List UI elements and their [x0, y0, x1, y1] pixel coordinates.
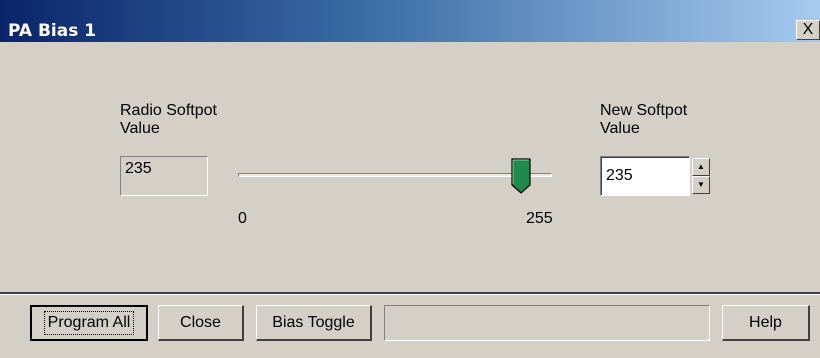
radio-softpot-value-field: 235 [120, 156, 208, 196]
title-bar: PA Bias 1 X [0, 0, 820, 42]
close-window-button[interactable]: X [796, 20, 820, 40]
arrow-up-icon: ▲ [697, 162, 705, 171]
program-all-label: Program All [43, 311, 135, 335]
bias-toggle-button[interactable]: Bias Toggle [256, 305, 372, 341]
spin-down-button[interactable]: ▼ [692, 176, 710, 194]
slider-track[interactable] [238, 173, 552, 177]
new-softpot-label-line2: Value [600, 120, 640, 137]
arrow-down-icon: ▼ [697, 180, 705, 189]
radio-softpot-label-line1: Radio Softpot [120, 102, 217, 119]
program-all-button[interactable]: Program All [30, 305, 148, 341]
separator-highlight [0, 294, 820, 295]
slider-thumb[interactable] [511, 158, 531, 194]
help-button[interactable]: Help [722, 305, 810, 341]
spin-up-button[interactable]: ▲ [692, 158, 710, 176]
radio-softpot-label: Radio Softpot Value [120, 102, 217, 138]
new-softpot-value-input[interactable] [600, 156, 690, 196]
close-button[interactable]: Close [158, 305, 244, 341]
slider-min-label: 0 [238, 210, 247, 227]
slider-max-label: 255 [526, 210, 553, 227]
radio-softpot-label-line2: Value [120, 120, 160, 137]
new-softpot-label: New Softpot Value [600, 102, 687, 138]
window-title: PA Bias 1 [8, 21, 97, 41]
close-icon: X [802, 21, 814, 38]
status-field [384, 305, 710, 341]
new-softpot-label-line1: New Softpot [600, 102, 688, 119]
